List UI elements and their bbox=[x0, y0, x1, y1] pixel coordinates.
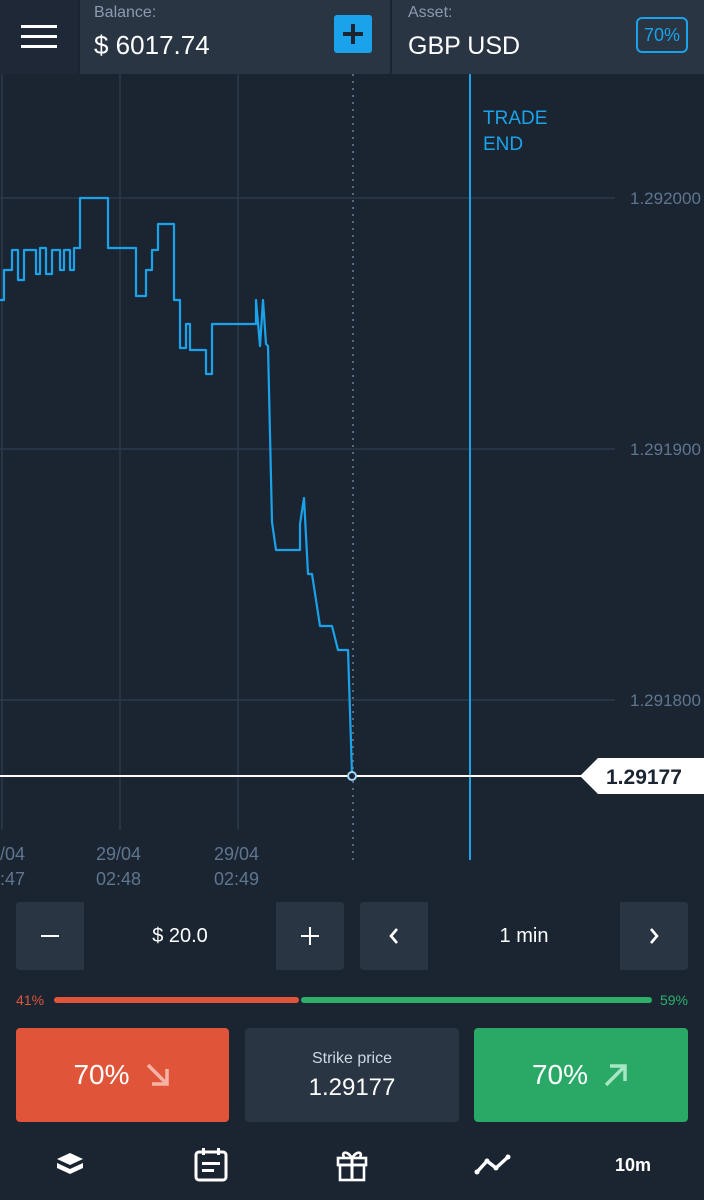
amount-value[interactable]: $ 20.0 bbox=[84, 902, 276, 970]
add-funds-button[interactable] bbox=[334, 15, 372, 53]
gift-icon bbox=[336, 1151, 368, 1182]
price-line bbox=[0, 196, 354, 775]
increase-duration-button[interactable] bbox=[620, 902, 688, 970]
amount-stepper: $ 20.0 bbox=[16, 902, 344, 970]
put-payout: 70% bbox=[73, 1059, 130, 1090]
plus-icon bbox=[301, 927, 319, 945]
line-chart-icon bbox=[474, 1154, 511, 1175]
trade-end-label: TRADE bbox=[483, 108, 547, 129]
x-tick-time: 02:48 bbox=[96, 869, 141, 889]
trade-end-label: END bbox=[483, 134, 523, 155]
y-tick-label: 1.292000 bbox=[630, 189, 701, 208]
strike-price-label: Strike price bbox=[311, 1050, 393, 1067]
minus-icon bbox=[41, 935, 59, 937]
trader-sentiment: 41% 59% bbox=[0, 990, 704, 1012]
nav-history[interactable] bbox=[186, 1142, 236, 1188]
balance-value: $ 6017.74 bbox=[94, 30, 210, 60]
x-tick-time: 02:49 bbox=[214, 869, 259, 889]
duration-value[interactable]: 1 min bbox=[428, 902, 620, 970]
plus-icon bbox=[343, 24, 363, 44]
sentiment-up-percent: 59% bbox=[659, 992, 688, 1008]
strike-price-value: 1.29177 bbox=[308, 1074, 396, 1101]
balance-label: Balance: bbox=[94, 4, 157, 21]
sentiment-down-percent: 41% bbox=[16, 992, 45, 1008]
balance-panel[interactable]: Balance: $ 6017.74 bbox=[80, 0, 390, 74]
strike-price-panel: Strike price 1.29177 bbox=[245, 1028, 459, 1122]
current-price-value: 1.29177 bbox=[606, 766, 682, 789]
chevron-left-icon bbox=[389, 928, 398, 944]
chart-canvas: 1.292000 1.291900 1.291800 TRADE END 1.2… bbox=[0, 74, 704, 889]
y-tick-label: 1.291900 bbox=[630, 440, 701, 459]
x-tick-date: 29/04 bbox=[0, 844, 25, 864]
top-bar: Balance: $ 6017.74 Asset: GBP USD 70% bbox=[0, 0, 704, 74]
nav-bonuses[interactable] bbox=[327, 1142, 377, 1188]
increase-amount-button[interactable] bbox=[276, 902, 344, 970]
nav-timeframe[interactable]: 10m bbox=[608, 1142, 658, 1188]
price-chart[interactable]: 1.292000 1.291900 1.291800 TRADE END 1.2… bbox=[0, 74, 704, 900]
nav-assets[interactable] bbox=[45, 1142, 95, 1188]
payout-badge: 70% bbox=[636, 17, 688, 53]
asset-value: GBP USD bbox=[408, 32, 521, 60]
nav-chart-type[interactable] bbox=[468, 1142, 518, 1188]
asset-selector[interactable]: Asset: GBP USD 70% bbox=[392, 0, 704, 74]
put-down-button[interactable]: 70% bbox=[16, 1028, 229, 1122]
chevron-right-icon bbox=[650, 928, 659, 944]
x-tick-date: 29/04 bbox=[96, 844, 141, 864]
arrow-down-right-icon bbox=[146, 1063, 169, 1086]
decrease-amount-button[interactable] bbox=[16, 902, 84, 970]
duration-stepper: 1 min bbox=[360, 902, 688, 970]
x-tick-date: 29/04 bbox=[214, 844, 259, 864]
bottom-navigation: 10m bbox=[0, 1130, 704, 1200]
current-price-dot bbox=[347, 771, 357, 781]
menu-button[interactable] bbox=[0, 0, 78, 74]
sentiment-up-bar bbox=[301, 997, 652, 1003]
y-tick-label: 1.291800 bbox=[630, 691, 701, 710]
layers-icon bbox=[57, 1153, 83, 1174]
hamburger-icon bbox=[21, 25, 57, 48]
decrease-duration-button[interactable] bbox=[360, 902, 428, 970]
sentiment-down-bar bbox=[54, 997, 299, 1003]
call-payout: 70% bbox=[531, 1059, 589, 1090]
asset-label: Asset: bbox=[408, 4, 453, 21]
x-tick-time: 02:47 bbox=[0, 869, 25, 889]
calendar-icon bbox=[194, 1148, 228, 1182]
arrow-up-right-icon bbox=[604, 1064, 627, 1087]
call-up-button[interactable]: 70% bbox=[474, 1028, 688, 1122]
